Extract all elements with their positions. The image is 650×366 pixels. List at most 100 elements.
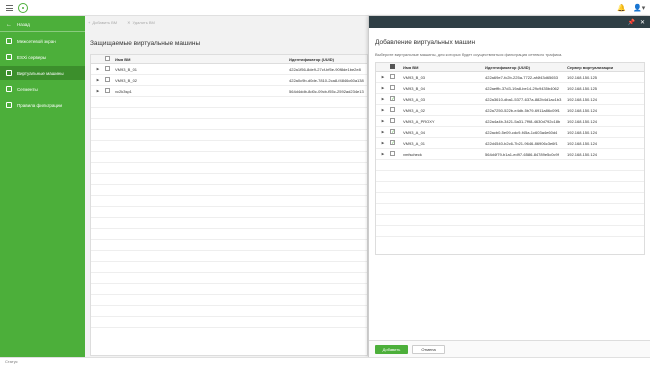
vm-uuid: 422d4540-b2c6-7b21-9646-86906c3e6f1: [485, 140, 558, 146]
dialog-footer: Добавить Отмена: [369, 340, 650, 357]
row-checkbox[interactable]: [390, 140, 395, 146]
vm-name: VM93_B_03: [403, 74, 426, 80]
sidebar: ← Назад Межсетевой экран ESXi серверы Ви…: [0, 16, 85, 357]
row-checkbox[interactable]: [390, 96, 395, 102]
select-all-checkbox[interactable]: [390, 64, 395, 69]
expand-icon[interactable]: ▶: [91, 67, 103, 71]
arrow-left-icon: ←: [6, 21, 12, 28]
empty-row: [91, 152, 367, 163]
expand-icon[interactable]: ▶: [91, 89, 103, 93]
expand-icon[interactable]: ▶: [376, 97, 388, 101]
delete-vm-button[interactable]: ✕ Удалить ВМ: [127, 20, 155, 25]
toolbar: + Добавить ВМ ✕ Удалить ВМ: [88, 20, 155, 25]
sidebar-item-label: Межсетевой экран: [17, 38, 56, 44]
row-checkbox[interactable]: [105, 88, 110, 93]
vm-name: VM93_A_02: [403, 107, 426, 113]
table-row[interactable]: ▶ VM93_A_04 422acb0-5e09-cdc9-f45a-1c603a4…: [376, 127, 644, 138]
expand-icon[interactable]: ▶: [376, 75, 388, 79]
sidebar-item-rules[interactable]: Правила фильтрации: [0, 98, 85, 112]
expand-icon[interactable]: ▶: [376, 119, 388, 123]
table-row[interactable]: ▶ VM93_B_04 422aeffb-37d3-19a8-be14-29c943…: [376, 83, 644, 94]
empty-row: [91, 240, 367, 251]
back-label: Назад: [17, 22, 30, 27]
empty-row: [376, 215, 644, 226]
vm-name: VM93_A_03: [403, 96, 426, 102]
expand-icon[interactable]: ▶: [376, 152, 388, 156]
vm-uuid: 564d4f79-b1a1-ed97-6586-84789e5c0c9f: [485, 151, 559, 157]
vm-server: 192.168.150.124: [567, 129, 598, 135]
plus-icon: +: [88, 20, 91, 25]
sidebar-item-firewall[interactable]: Межсетевой экран: [0, 34, 85, 48]
expand-icon[interactable]: ▶: [376, 141, 388, 145]
delete-vm-label: Удалить ВМ: [132, 20, 155, 25]
expand-icon[interactable]: ▶: [376, 130, 388, 134]
expand-icon[interactable]: ▶: [376, 108, 388, 112]
empty-row: [91, 229, 367, 240]
row-checkbox[interactable]: [390, 85, 395, 90]
table-row[interactable]: ▶ VM93_B_01 422a1f56-8de9-27cf-bf5e-90f8…: [91, 64, 367, 75]
sidebar-item-esxi[interactable]: ESXi серверы: [0, 50, 85, 64]
empty-row: [91, 218, 367, 229]
table-row[interactable]: ▶ vc2k3sp1 564d4ddb-8d0c-09cb-f55c-2592a…: [91, 86, 367, 97]
vm-name: VM93_B_01: [115, 66, 138, 72]
expand-icon[interactable]: ▶: [91, 78, 103, 82]
menu-icon[interactable]: [6, 5, 13, 11]
vm-uuid: 422a69e7-fc2b-225a-7722-af4f43d65653: [485, 74, 558, 80]
vm-uuid: 564d4ddb-8d0c-09cb-f55c-2592ad234e13: [289, 88, 364, 94]
empty-row: [91, 306, 367, 317]
row-checkbox[interactable]: [390, 74, 395, 79]
table-row[interactable]: ▶ VM93_A_PROXY 422a4a4b-3421-5a31-7f98-463…: [376, 116, 644, 127]
row-checkbox[interactable]: [105, 66, 110, 71]
empty-row: [91, 130, 367, 141]
table-header: Имя ВМ Идентификатор (UUID): [91, 55, 367, 64]
close-icon: ✕: [127, 20, 131, 25]
vm-name: VM93_A_04: [403, 129, 426, 135]
column-header: Сервер виртуализации: [567, 64, 614, 70]
cancel-button[interactable]: Отмена: [412, 345, 445, 354]
empty-row: [91, 108, 367, 119]
add-vm-button[interactable]: + Добавить ВМ: [88, 20, 117, 25]
table-row[interactable]: ▶ VM93_A_03 422a3610-dba1-5377-637a-882b4d…: [376, 94, 644, 105]
vm-uuid: 422aeffb-37d3-19a8-be14-29c9435b4062: [485, 85, 559, 91]
row-checkbox[interactable]: [105, 77, 110, 82]
table-row[interactable]: ▶ VM93_A_01 422d4540-b2c6-7b21-9646-86906c…: [376, 138, 644, 149]
back-button[interactable]: ← Назад: [0, 18, 85, 32]
empty-row: [376, 204, 644, 215]
row-checkbox[interactable]: [390, 129, 395, 135]
vm-name: VM93_B_02: [115, 77, 138, 83]
vm-name: VM93_A_01: [403, 140, 426, 146]
expand-icon[interactable]: ▶: [376, 86, 388, 90]
empty-row: [91, 262, 367, 273]
empty-row: [91, 185, 367, 196]
empty-row: [91, 317, 367, 328]
pin-icon[interactable]: 📌: [627, 19, 634, 26]
sidebar-item-segments[interactable]: Сегменты: [0, 82, 85, 96]
add-button[interactable]: Добавить: [375, 345, 408, 354]
user-icon[interactable]: 👤▾: [633, 4, 645, 12]
table-row[interactable]: ▶ vmfscheck 564d4f79-b1a1-ed97-6586-84789e…: [376, 149, 644, 160]
column-header: Имя ВМ: [403, 64, 419, 70]
app-logo: [18, 3, 28, 13]
vm-server: 192.168.150.125: [567, 74, 598, 80]
column-header: Имя ВМ: [115, 56, 131, 62]
row-checkbox[interactable]: [390, 151, 395, 156]
table-row[interactable]: ▶ VM93_B_02 422a0c9b-d0de-7810-2ca8-f484…: [91, 75, 367, 86]
vm-name: vmfscheck: [403, 151, 422, 157]
empty-row: [91, 295, 367, 306]
empty-row: [91, 284, 367, 295]
dialog-subtitle: Выберите виртуальные машины, для которых…: [375, 52, 563, 57]
empty-row: [376, 171, 644, 182]
table-row[interactable]: ▶ VM93_A_02 422a7250-522b-e4db-5b79-6911a8…: [376, 105, 644, 116]
select-all-checkbox[interactable]: [105, 56, 110, 61]
row-checkbox[interactable]: [390, 118, 395, 123]
empty-row: [376, 182, 644, 193]
close-icon[interactable]: ✕: [640, 19, 645, 26]
vm-server: 192.168.150.124: [567, 107, 598, 113]
sidebar-item-vms[interactable]: Виртуальные машины: [0, 66, 85, 80]
top-bar: 🔔 👤▾: [0, 0, 650, 16]
bell-icon[interactable]: 🔔: [617, 4, 626, 12]
firewall-icon: [6, 38, 12, 44]
column-header: Идентификатор (UUID): [485, 64, 531, 70]
row-checkbox[interactable]: [390, 107, 395, 112]
table-row[interactable]: ▶ VM93_B_03 422a69e7-fc2b-225a-7722-af4f43…: [376, 72, 644, 83]
